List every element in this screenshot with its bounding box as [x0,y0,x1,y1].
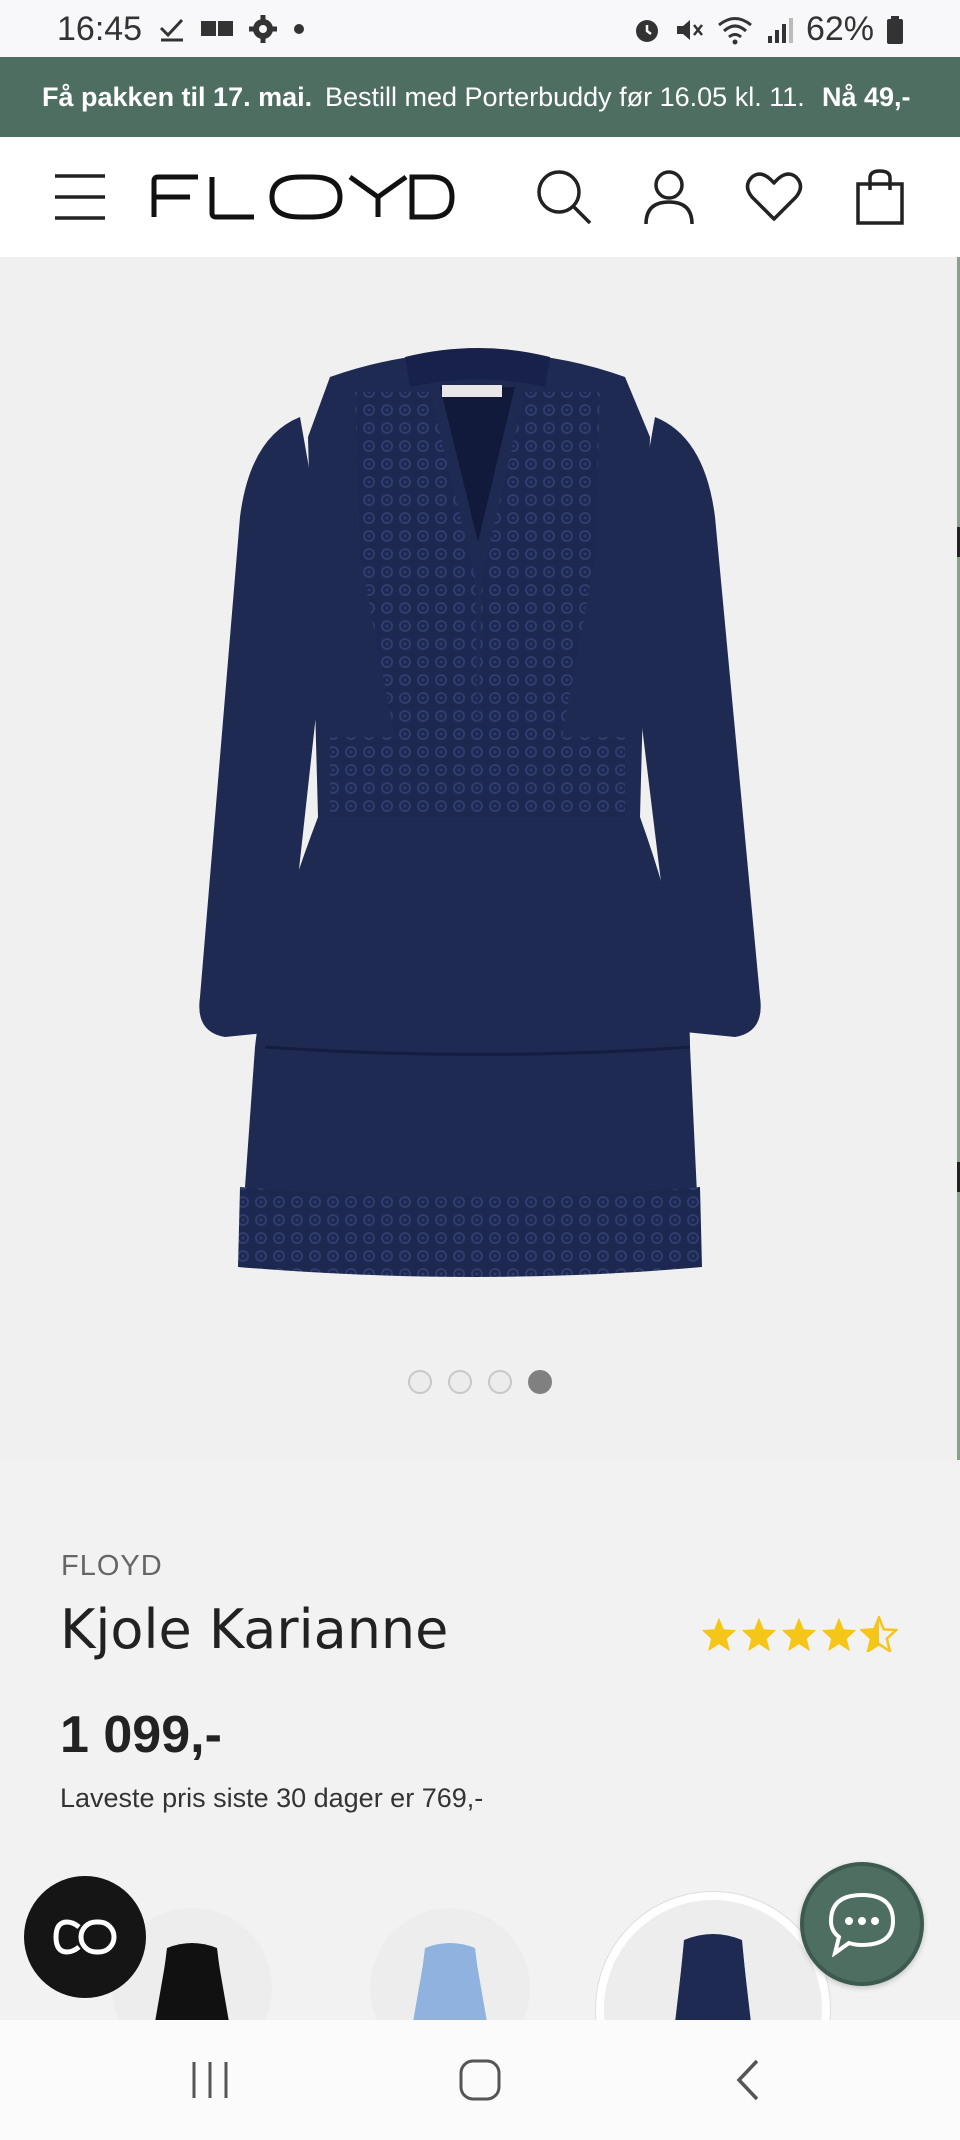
status-left-icons [158,14,306,44]
back-icon [736,2059,759,2101]
co-icon [53,1919,117,1955]
status-bar: 16:45 62% [0,0,960,57]
product-image [199,348,761,1277]
bag-icon [856,169,904,225]
chat-icon [828,1892,896,1957]
chat-button[interactable] [800,1862,924,1986]
heart-icon [745,172,803,221]
recents-icon [192,2062,228,2098]
search-icon [537,170,592,225]
star-icon [701,1617,737,1652]
star-half-icon [860,1616,898,1652]
star-icon [741,1617,777,1652]
battery-icon [887,15,903,44]
wishlist-button[interactable] [742,165,806,229]
search-button[interactable] [532,165,596,229]
gallery-dot[interactable] [408,1370,432,1394]
signal-icon [767,17,793,43]
status-time: 16:45 [57,10,143,48]
account-icon [644,170,694,225]
check-icon [159,18,184,42]
product-image-gallery[interactable] [0,257,960,1460]
cart-button[interactable] [848,165,912,229]
site-header [0,137,960,257]
account-button[interactable] [637,165,701,229]
product-price: 1 099,- [60,1706,222,1764]
floyd-logo[interactable] [150,173,455,221]
star-icon [781,1617,817,1652]
wifi-icon [717,16,752,44]
status-right-icons: 62% [632,10,904,49]
menu-button[interactable] [48,165,112,229]
alarm-icon [635,19,658,42]
back-button[interactable] [708,2050,788,2110]
home-button[interactable] [440,2050,520,2110]
promo-price: Nå 49,- [822,81,911,112]
product-rating[interactable] [700,1616,898,1652]
battery-percent: 62% [805,10,874,48]
product-title: Kjole Karianne [60,1598,449,1661]
system-nav-bar [0,2020,960,2140]
home-icon [459,2059,501,2101]
product-brand[interactable]: FLOYD [61,1550,163,1583]
promo-delivery-date: Få pakken til 17. mai. [42,81,313,112]
mute-icon [676,19,703,40]
app-screen: 16:45 62% Få pakken til 17. mai. Bestill… [0,0,960,2140]
menu-icon [55,174,105,220]
lowest-price-note: Laveste pris siste 30 dager er 769,- [60,1783,484,1813]
gallery-pagination [0,1370,960,1394]
message-icon [201,21,233,36]
star-icon [821,1617,857,1652]
gallery-dot-active[interactable] [528,1370,552,1394]
gallery-dot[interactable] [488,1370,512,1394]
promo-banner[interactable]: Få pakken til 17. mai. Bestill med Porte… [0,57,960,137]
recents-button[interactable] [170,2050,250,2110]
co-button[interactable] [24,1876,146,1998]
gallery-dot[interactable] [448,1370,472,1394]
dot-icon [294,24,304,34]
gear-icon [249,15,277,43]
promo-order-deadline: Bestill med Porterbuddy før 16.05 kl. 11… [325,81,805,112]
